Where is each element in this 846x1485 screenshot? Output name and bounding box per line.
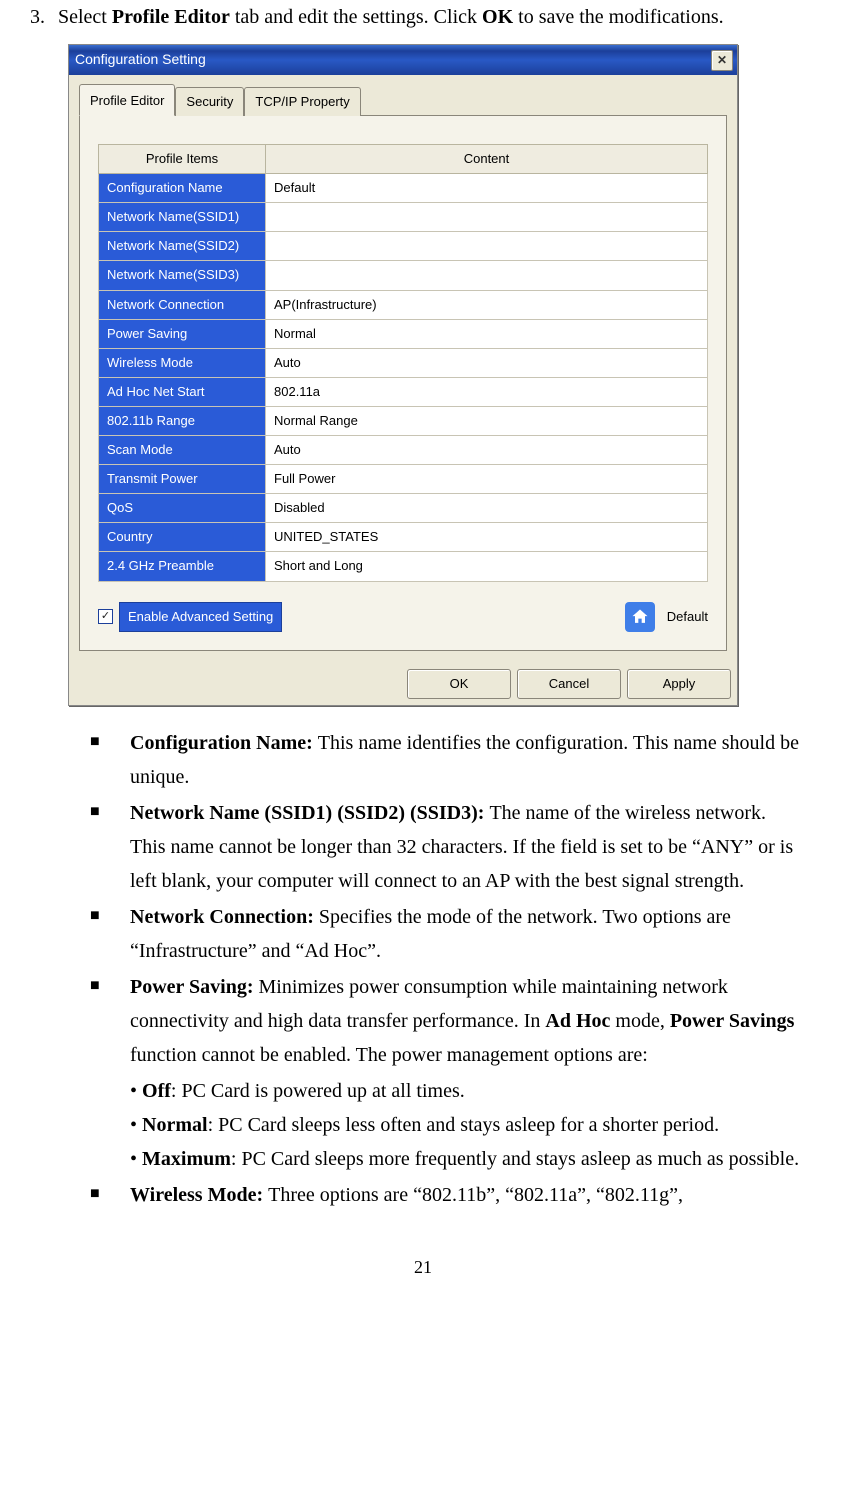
page-number: 21 — [30, 1252, 816, 1283]
col-profile-items: Profile Items — [99, 145, 266, 174]
profile-item-label: Network Name(SSID1) — [99, 203, 266, 232]
profile-item-label: Country — [99, 523, 266, 552]
profile-item-value[interactable]: Normal — [266, 319, 708, 348]
tab-security[interactable]: Security — [175, 87, 244, 116]
def-power-saving: Power Saving: Minimizes power consumptio… — [90, 970, 806, 1176]
def-network-connection: Network Connection: Specifies the mode o… — [90, 900, 806, 968]
apply-button[interactable]: Apply — [627, 669, 731, 699]
col-content: Content — [266, 145, 708, 174]
default-label: Default — [667, 606, 708, 628]
profile-item-label: Network Name(SSID3) — [99, 261, 266, 290]
profile-item-value[interactable]: Disabled — [266, 494, 708, 523]
profile-item-label: Power Saving — [99, 319, 266, 348]
profile-item-value[interactable] — [266, 232, 708, 261]
profile-item-value[interactable]: 802.11a — [266, 377, 708, 406]
profile-table: Profile Items Content Configuration Name… — [98, 144, 708, 581]
table-row[interactable]: 2.4 GHz PreambleShort and Long — [99, 552, 708, 581]
profile-item-value[interactable] — [266, 203, 708, 232]
dialog-title: Configuration Setting — [75, 48, 206, 72]
profile-item-label: Ad Hoc Net Start — [99, 377, 266, 406]
table-row[interactable]: Scan ModeAuto — [99, 436, 708, 465]
def-wireless-mode: Wireless Mode: Three options are “802.11… — [90, 1178, 806, 1212]
close-icon[interactable]: ✕ — [711, 50, 733, 71]
enable-advanced-checkbox[interactable]: ✓ — [98, 609, 113, 624]
step-number: 3. — [30, 0, 58, 34]
cancel-button[interactable]: Cancel — [517, 669, 621, 699]
profile-item-label: 802.11b Range — [99, 406, 266, 435]
profile-item-value[interactable]: UNITED_STATES — [266, 523, 708, 552]
home-icon[interactable] — [625, 602, 655, 632]
table-row[interactable]: Configuration NameDefault — [99, 174, 708, 203]
enable-advanced-label: Enable Advanced Setting — [119, 602, 282, 632]
table-row[interactable]: Network Name(SSID1) — [99, 203, 708, 232]
table-row[interactable]: 802.11b RangeNormal Range — [99, 406, 708, 435]
profile-item-value[interactable]: Auto — [266, 348, 708, 377]
profile-item-value[interactable]: Full Power — [266, 465, 708, 494]
profile-item-value[interactable] — [266, 261, 708, 290]
profile-item-label: Wireless Mode — [99, 348, 266, 377]
table-row[interactable]: CountryUNITED_STATES — [99, 523, 708, 552]
profile-item-label: Configuration Name — [99, 174, 266, 203]
profile-item-label: Network Connection — [99, 290, 266, 319]
profile-item-value[interactable]: AP(Infrastructure) — [266, 290, 708, 319]
table-row[interactable]: Ad Hoc Net Start802.11a — [99, 377, 708, 406]
def-power-off: • Off: PC Card is powered up at all time… — [130, 1074, 806, 1108]
def-ssid: Network Name (SSID1) (SSID2) (SSID3): Th… — [90, 796, 806, 898]
profile-item-label: Network Name(SSID2) — [99, 232, 266, 261]
profile-item-value[interactable]: Default — [266, 174, 708, 203]
table-row[interactable]: Network ConnectionAP(Infrastructure) — [99, 290, 708, 319]
table-row[interactable]: Power SavingNormal — [99, 319, 708, 348]
titlebar: Configuration Setting ✕ — [69, 45, 737, 75]
profile-item-label: 2.4 GHz Preamble — [99, 552, 266, 581]
config-dialog: Configuration Setting ✕ Profile Editor S… — [68, 44, 738, 706]
table-row[interactable]: QoSDisabled — [99, 494, 708, 523]
profile-item-value[interactable]: Auto — [266, 436, 708, 465]
def-power-normal: • Normal: PC Card sleeps less often and … — [130, 1108, 806, 1142]
def-power-max: • Maximum: PC Card sleeps more frequentl… — [130, 1142, 806, 1176]
tab-profile-editor[interactable]: Profile Editor — [79, 84, 175, 116]
profile-item-value[interactable]: Short and Long — [266, 552, 708, 581]
tab-tcpip[interactable]: TCP/IP Property — [244, 87, 360, 116]
table-row[interactable]: Wireless ModeAuto — [99, 348, 708, 377]
def-config-name: Configuration Name: This name identifies… — [90, 726, 806, 794]
ok-button[interactable]: OK — [407, 669, 511, 699]
table-row[interactable]: Network Name(SSID2) — [99, 232, 708, 261]
profile-item-value[interactable]: Normal Range — [266, 406, 708, 435]
profile-item-label: Transmit Power — [99, 465, 266, 494]
step-text: Select Profile Editor tab and edit the s… — [58, 0, 816, 34]
profile-item-label: QoS — [99, 494, 266, 523]
table-row[interactable]: Transmit PowerFull Power — [99, 465, 708, 494]
table-row[interactable]: Network Name(SSID3) — [99, 261, 708, 290]
profile-item-label: Scan Mode — [99, 436, 266, 465]
